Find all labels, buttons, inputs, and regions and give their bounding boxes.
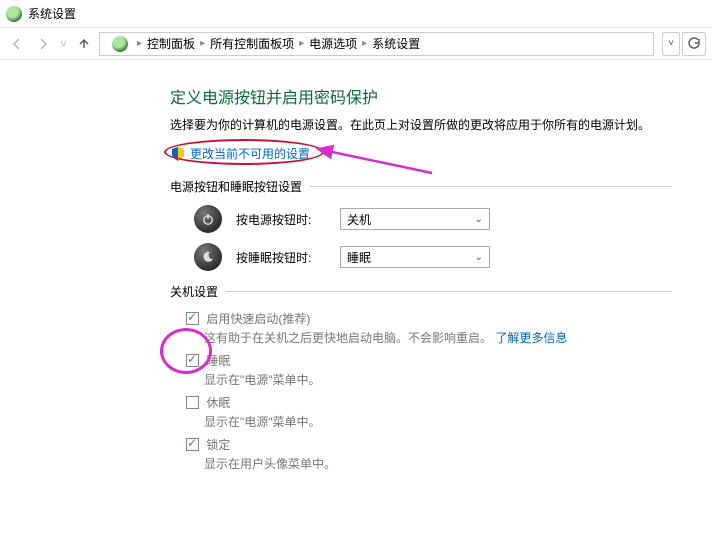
lock-label: 锁定 (206, 438, 230, 452)
sleep-label: 睡眠 (206, 354, 230, 368)
chevron-down-icon: ˅ (668, 38, 674, 49)
lock-checkbox[interactable] (186, 438, 199, 451)
shield-icon (170, 146, 186, 162)
lock-row: 锁定 (186, 436, 672, 453)
change-unavailable-settings-link[interactable]: 更改当前不可用的设置 (190, 145, 310, 162)
sleep-checkbox[interactable] (186, 354, 199, 367)
hibernate-checkbox[interactable] (186, 396, 199, 409)
breadcrumb-item[interactable]: 控制面板 (147, 35, 195, 52)
hibernate-label: 休眠 (206, 396, 230, 410)
chevron-right-icon: ▸ (362, 38, 367, 49)
sleep-desc: 显示在"电源"菜单中。 (204, 371, 672, 388)
page-heading: 定义电源按钮并启用密码保护 (170, 84, 672, 108)
chevron-down-icon: ⌄ (475, 214, 483, 225)
hibernate-desc: 显示在"电源"菜单中。 (204, 413, 672, 430)
breadcrumb-item[interactable]: 系统设置 (372, 35, 420, 52)
section-shutdown-title: 关机设置 (170, 283, 672, 300)
fast-startup-row: 启用快速启动(推荐) (186, 310, 672, 327)
sleep-button-label: 按睡眠按钮时: (236, 249, 326, 266)
section-buttons-title: 电源按钮和睡眠按钮设置 (170, 178, 672, 195)
breadcrumb-dropdown-button[interactable]: ˅ (662, 32, 680, 56)
back-button[interactable] (6, 33, 28, 55)
fast-startup-checkbox[interactable] (186, 312, 199, 325)
sleep-row: 睡眠 (186, 352, 672, 369)
chevron-right-icon: ▸ (200, 38, 205, 49)
hibernate-row: 休眠 (186, 394, 672, 411)
breadcrumb-item[interactable]: 电源选项 (309, 35, 357, 52)
up-button[interactable] (73, 33, 95, 55)
select-value: 关机 (347, 211, 371, 228)
titlebar: 系统设置 (0, 0, 712, 28)
fast-startup-desc: 这有助于在关机之后更快地启动电脑。不会影响重启。 了解更多信息 (204, 329, 672, 346)
power-icon (194, 205, 222, 233)
power-button-label: 按电源按钮时: (236, 211, 326, 228)
shutdown-section: 启用快速启动(推荐) 这有助于在关机之后更快地启动电脑。不会影响重启。 了解更多… (170, 310, 672, 472)
power-button-row: 按电源按钮时: 关机 ⌄ (194, 205, 672, 233)
fast-startup-label: 启用快速启动(推荐) (206, 312, 310, 326)
sleep-button-select[interactable]: 睡眠 ⌄ (340, 246, 490, 268)
lock-desc: 显示在用户头像菜单中。 (204, 455, 672, 472)
history-chevron-icon[interactable]: ˅ (60, 37, 67, 51)
content: 定义电源按钮并启用密码保护 选择要为你的计算机的电源设置。在此页上对设置所做的更… (0, 60, 712, 472)
learn-more-link[interactable]: 了解更多信息 (495, 331, 567, 345)
page-description: 选择要为你的计算机的电源设置。在此页上对设置所做的更改将应用于你所有的电源计划。 (170, 116, 672, 135)
app-icon (6, 6, 22, 22)
power-button-select[interactable]: 关机 ⌄ (340, 208, 490, 230)
navbar: ˅ ▸ 控制面板 ▸ 所有控制面板项 ▸ 电源选项 ▸ 系统设置 ˅ (0, 28, 712, 60)
moon-icon (194, 243, 222, 271)
window-title: 系统设置 (28, 5, 76, 22)
chevron-right-icon: ▸ (299, 38, 304, 49)
refresh-button[interactable] (682, 32, 706, 56)
forward-button[interactable] (32, 33, 54, 55)
sleep-button-row: 按睡眠按钮时: 睡眠 ⌄ (194, 243, 672, 271)
change-settings-row: 更改当前不可用的设置 (170, 145, 672, 162)
breadcrumb[interactable]: ▸ 控制面板 ▸ 所有控制面板项 ▸ 电源选项 ▸ 系统设置 (99, 32, 654, 56)
breadcrumb-icon (112, 36, 128, 52)
breadcrumb-item[interactable]: 所有控制面板项 (210, 35, 294, 52)
select-value: 睡眠 (347, 249, 371, 266)
chevron-down-icon: ⌄ (475, 252, 483, 263)
chevron-right-icon: ▸ (137, 38, 142, 49)
